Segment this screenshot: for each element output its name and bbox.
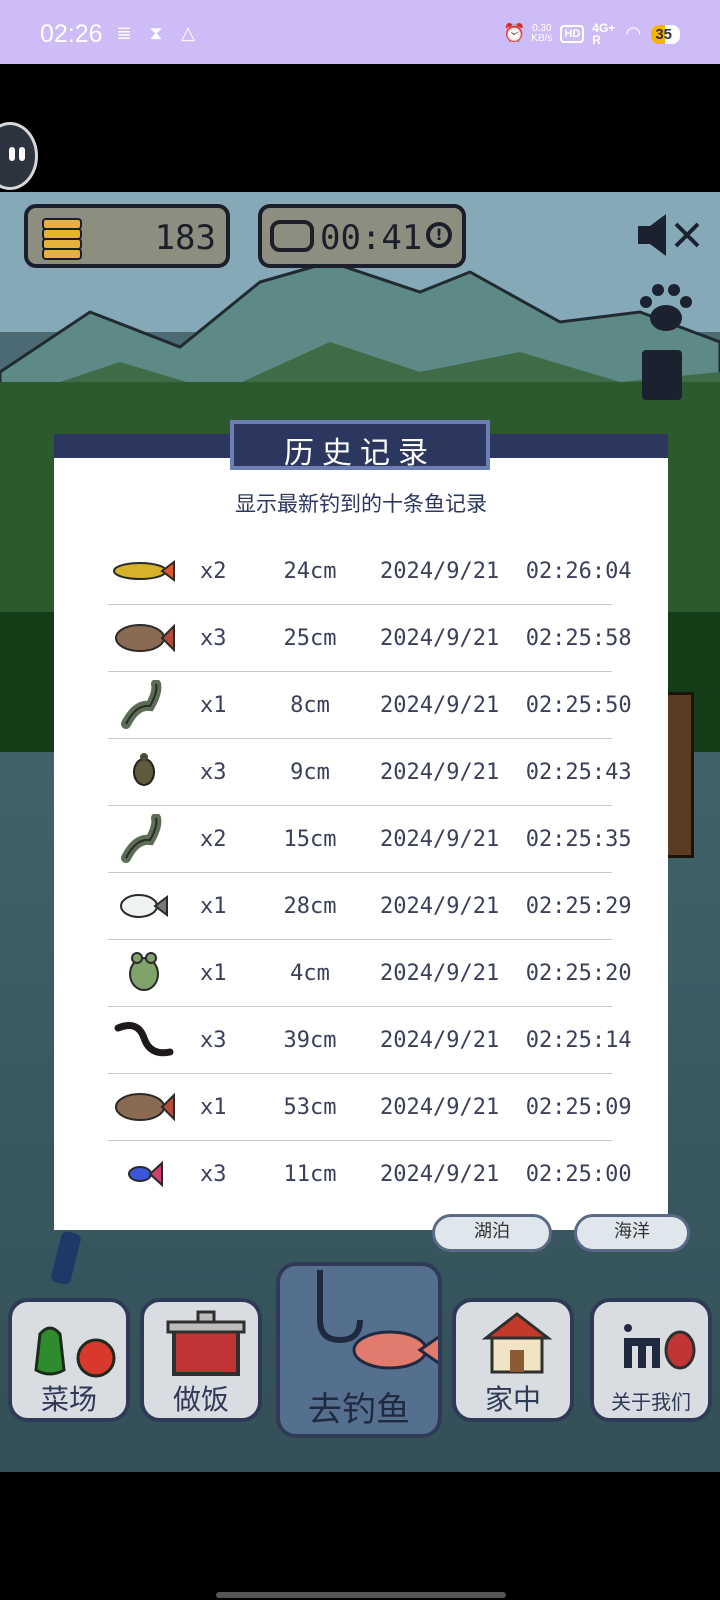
catch-length: 8cm [290,692,330,718]
catch-timestamp: 2024/9/21 02:25:35 [380,826,632,852]
catch-quantity: x3 [200,759,227,785]
nav-home[interactable]: 家中 [452,1298,574,1422]
history-row: x2 24cm 2024/9/21 02:26:04 [108,538,632,605]
catch-length: 15cm [283,826,337,852]
catch-timestamp: 2024/9/21 02:25:09 [380,1094,632,1120]
net-speed: 0.30 KB/s [531,23,553,44]
catch-length: 24cm [283,558,337,584]
pot-icon [166,1310,246,1376]
top-black-band [0,64,720,192]
status-time: 02:26 [40,20,103,48]
hourglass-icon: ⧗ [149,23,163,44]
history-row: x3 25cm 2024/9/21 02:25:58 [108,605,632,672]
notes-icon[interactable] [642,350,682,400]
catch-length: 4cm [290,960,330,986]
bass-icon [108,1082,180,1132]
pier-post [664,692,694,858]
nav-go-fishing[interactable]: 去钓鱼 [276,1262,442,1438]
catch-timestamp: 2024/9/21 02:25:14 [380,1027,632,1053]
dialog-title-tab: 历史记录 [230,420,490,471]
catch-quantity: x3 [200,1161,227,1187]
catch-length: 25cm [283,625,337,651]
catfish-icon [108,680,180,730]
catch-quantity: x2 [200,826,227,852]
nav-cook[interactable]: 做饭 [140,1298,262,1422]
catfish-icon [108,814,180,864]
eel-icon [108,1015,180,1065]
catch-quantity: x3 [200,625,227,651]
mute-icon[interactable] [636,212,704,258]
fishing-timer[interactable]: 00:41 ! [258,204,466,268]
signal-icon: 4G+ R [592,21,616,47]
history-list: x2 24cm 2024/9/21 02:26:04 x3 25cm 2024/9/21 … [108,538,632,1207]
bass-icon [108,613,180,663]
lake-bubble[interactable]: 湖泊 [432,1214,552,1252]
catch-quantity: x1 [200,893,227,919]
dialog-title: 历史记录 [284,436,436,471]
history-row: x3 11cm 2024/9/21 02:25:00 [108,1141,632,1207]
vegetable-icon [34,1326,116,1378]
catch-length: 11cm [283,1161,337,1187]
frog-icon [108,948,180,998]
catch-timestamp: 2024/9/21 02:25:29 [380,893,632,919]
pufferfish-icon [108,881,180,931]
catch-timestamp: 2024/9/21 02:25:43 [380,759,632,785]
nav-vegetable-market[interactable]: 菜场 [8,1298,130,1422]
coin-count: 183 [154,218,216,258]
catch-quantity: x1 [200,1094,227,1120]
catch-length: 53cm [283,1094,337,1120]
bait-icon [270,220,314,252]
history-row: x1 8cm 2024/9/21 02:25:50 [108,672,632,739]
wifi-icon: ◠ [625,23,642,44]
catch-quantity: x2 [200,558,227,584]
history-row: x1 4cm 2024/9/21 02:25:20 [108,940,632,1007]
nav-about-us[interactable]: 关于我们 [590,1298,712,1422]
timer-value: 00:41 [320,218,423,258]
history-row: x3 9cm 2024/9/21 02:25:43 [108,739,632,806]
catch-timestamp: 2024/9/21 02:25:50 [380,692,632,718]
database-icon: ≣ [116,23,132,44]
history-row: x1 28cm 2024/9/21 02:25:29 [108,873,632,940]
betta-icon [108,1149,180,1199]
hd-badge: HD [560,25,585,43]
system-nav-bar [0,1472,720,1600]
catch-quantity: x1 [200,960,227,986]
catch-timestamp: 2024/9/21 02:25:20 [380,960,632,986]
turtle-icon [108,747,180,797]
coin-counter: 183 [24,204,230,268]
fishing-hook-icon [317,1270,438,1370]
cloud-icon: △ [181,23,195,44]
home-indicator[interactable] [216,1592,506,1598]
catch-length: 39cm [283,1027,337,1053]
catch-timestamp: 2024/9/21 02:25:58 [380,625,632,651]
catch-timestamp: 2024/9/21 02:25:00 [380,1161,632,1187]
dialog-subtitle: 显示最新钓到的十条鱼记录 [235,492,487,516]
coins-icon [38,214,82,260]
about-logo-icon [624,1324,696,1370]
info-icon[interactable]: ! [426,222,452,248]
catch-quantity: x1 [200,692,227,718]
catch-quantity: x3 [200,1027,227,1053]
history-row: x3 39cm 2024/9/21 02:25:14 [108,1007,632,1074]
alarm-icon: ⏰ [503,23,526,44]
house-icon [481,1312,553,1374]
arowana-icon [108,546,180,596]
catch-length: 28cm [283,893,337,919]
status-bar: 02:26 ≣ ⧗ △ ⏰ 0.30 KB/s HD 4G+ R ◠ 35 [0,0,720,64]
catch-length: 9cm [290,759,330,785]
paw-icon[interactable] [636,280,696,336]
history-row: x2 15cm 2024/9/21 02:25:35 [108,806,632,873]
battery-indicator: 35 [651,24,680,44]
history-row: x1 53cm 2024/9/21 02:25:09 [108,1074,632,1141]
catch-timestamp: 2024/9/21 02:26:04 [380,558,632,584]
ocean-bubble[interactable]: 海洋 [574,1214,690,1252]
